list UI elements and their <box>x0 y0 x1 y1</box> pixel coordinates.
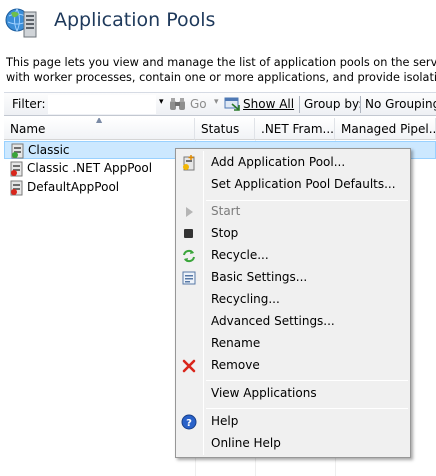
column-header-managed-pipeline[interactable]: Managed Pipel... <box>335 118 436 140</box>
go-button[interactable]: Go <box>190 97 207 111</box>
add-app-pool-icon <box>181 155 197 171</box>
menu-item-recycle[interactable]: Recycle... <box>178 245 408 267</box>
toolbar-divider <box>299 96 300 113</box>
menu-item-advanced-settings[interactable]: Advanced Settings... <box>178 311 408 333</box>
svg-text:?: ? <box>186 418 192 429</box>
menu-item-label: Add Application Pool... <box>211 155 346 169</box>
menu-item-label: Online Help <box>211 436 281 450</box>
filter-input[interactable] <box>48 95 156 114</box>
menu-item-start[interactable]: Start <box>178 201 408 223</box>
menu-item-basic-settings[interactable]: Basic Settings... <box>178 267 408 289</box>
menu-item-label: Rename <box>211 336 261 350</box>
menu-item-label: Start <box>211 204 241 218</box>
page-description: This page lets you view and manage the l… <box>6 55 436 85</box>
toolbar-divider <box>360 96 361 113</box>
show-all-button[interactable]: Show All <box>243 97 294 111</box>
app-pool-icon <box>9 161 25 177</box>
menu-item-label: Recycle... <box>211 248 269 262</box>
menu-item-online-help[interactable]: Online Help <box>178 433 408 455</box>
menu-item-label: Remove <box>211 358 260 372</box>
menu-item-help[interactable]: ? Help <box>178 411 408 433</box>
menu-item-label: Recycling... <box>211 292 280 306</box>
app-pool-name: Classic <box>28 143 70 157</box>
app-pool-name: DefaultAppPool <box>27 180 120 194</box>
help-icon: ? <box>181 414 197 430</box>
show-all-icon[interactable] <box>224 96 241 115</box>
menu-item-label: View Applications <box>211 386 317 400</box>
menu-item-rename[interactable]: Rename <box>178 333 408 355</box>
column-header-status[interactable]: Status <box>195 118 255 140</box>
recycle-icon <box>181 248 197 264</box>
menu-separator <box>206 380 408 381</box>
binoculars-icon[interactable] <box>169 96 187 115</box>
remove-icon <box>181 358 197 374</box>
filter-dropdown-icon[interactable]: ▾ <box>159 97 164 107</box>
menu-item-recycling[interactable]: Recycling... <box>178 289 408 311</box>
menu-item-label: Basic Settings... <box>211 270 308 284</box>
menu-item-add-application-pool[interactable]: Add Application Pool... <box>178 152 408 174</box>
menu-item-label: Stop <box>211 226 239 240</box>
group-by-select[interactable]: No Grouping <box>365 97 436 111</box>
group-by-label: Group by: <box>304 97 363 111</box>
app-pool-icon <box>10 143 26 159</box>
column-header-label: .NET Fram... <box>261 122 334 136</box>
column-header-label: Status <box>201 122 240 136</box>
column-header-net-framework[interactable]: .NET Fram... <box>255 118 335 140</box>
context-menu: Add Application Pool... Set Application … <box>175 148 411 458</box>
menu-item-label: Set Application Pool Defaults... <box>211 177 396 191</box>
menu-item-view-applications[interactable]: View Applications <box>178 383 408 405</box>
column-header-label: Managed Pipel... <box>341 122 436 136</box>
app-pool-name: Classic .NET AppPool <box>27 161 153 175</box>
menu-item-set-defaults[interactable]: Set Application Pool Defaults... <box>178 174 408 196</box>
menu-item-label: Advanced Settings... <box>211 314 335 328</box>
application-pools-icon <box>4 6 40 40</box>
menu-item-stop[interactable]: Stop <box>178 223 408 245</box>
sort-ascending-icon: ▲ <box>96 118 103 124</box>
settings-icon <box>181 270 197 286</box>
description-line: with worker processes, contain one or mo… <box>6 71 436 84</box>
page-title: Application Pools <box>54 9 216 31</box>
go-dropdown-icon[interactable]: ▾ <box>214 97 219 107</box>
column-header-name[interactable]: Name ▲ <box>4 118 195 140</box>
app-pool-icon <box>9 180 25 196</box>
stop-icon <box>181 226 197 242</box>
column-header-label: Name <box>10 122 46 136</box>
play-icon <box>181 204 197 220</box>
menu-item-label: Help <box>211 414 239 428</box>
filter-toolbar: Filter: ▾ Go ▾ Show All Group by: No Gro… <box>4 92 436 116</box>
menu-item-remove[interactable]: Remove <box>178 355 408 377</box>
menu-separator <box>206 408 408 409</box>
filter-label: Filter: <box>12 97 46 111</box>
description-line: This page lets you view and manage the l… <box>6 56 436 69</box>
